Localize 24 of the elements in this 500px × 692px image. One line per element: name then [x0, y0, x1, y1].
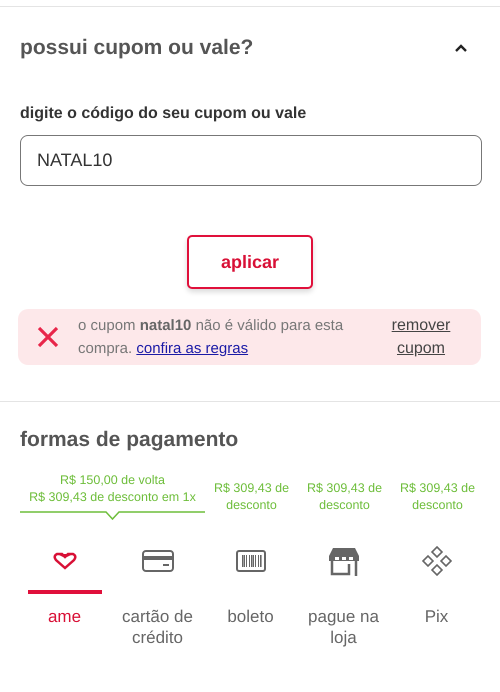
- payment-tab[interactable]: pague na loja: [297, 546, 390, 648]
- discount-offer: R$ 309,43 de desconto: [398, 480, 476, 514]
- field-label: digite o código do seu cupom ou vale: [20, 105, 308, 123]
- store-icon: [326, 546, 360, 576]
- payment-tab[interactable]: cartão de crédito: [111, 546, 204, 648]
- payment-tab[interactable]: boleto: [204, 546, 297, 648]
- discount-offer: R$ 309,43 de desconto: [306, 480, 384, 514]
- payment-tab[interactable]: Pix: [390, 546, 483, 648]
- chevron-up-icon[interactable]: [454, 43, 468, 53]
- error-message: o cupom natal10 não é válido para esta compra. confira as regras: [78, 316, 344, 359]
- remove-coupon-link[interactable]: remover cupom: [381, 314, 461, 360]
- error-x-icon: [36, 325, 60, 349]
- discount-offer: R$ 150,00 de volta R$ 309,43 de desconto em 1x: [20, 472, 205, 530]
- section-title: possui cupom ou vale?: [20, 36, 254, 60]
- section-title: formas de pagamento: [20, 428, 240, 452]
- coupon-input[interactable]: NATAL10: [20, 135, 482, 186]
- payment-tab[interactable]: ame: [18, 546, 111, 648]
- barcode-icon: [236, 550, 266, 572]
- pix-icon: [422, 546, 452, 576]
- apply-button[interactable]: aplicar: [187, 235, 313, 289]
- heart-icon: [52, 552, 76, 570]
- credit-card-icon: [142, 550, 174, 572]
- discount-offer: R$ 309,43 de desconto: [212, 480, 290, 514]
- rules-link[interactable]: confira as regras: [136, 340, 248, 357]
